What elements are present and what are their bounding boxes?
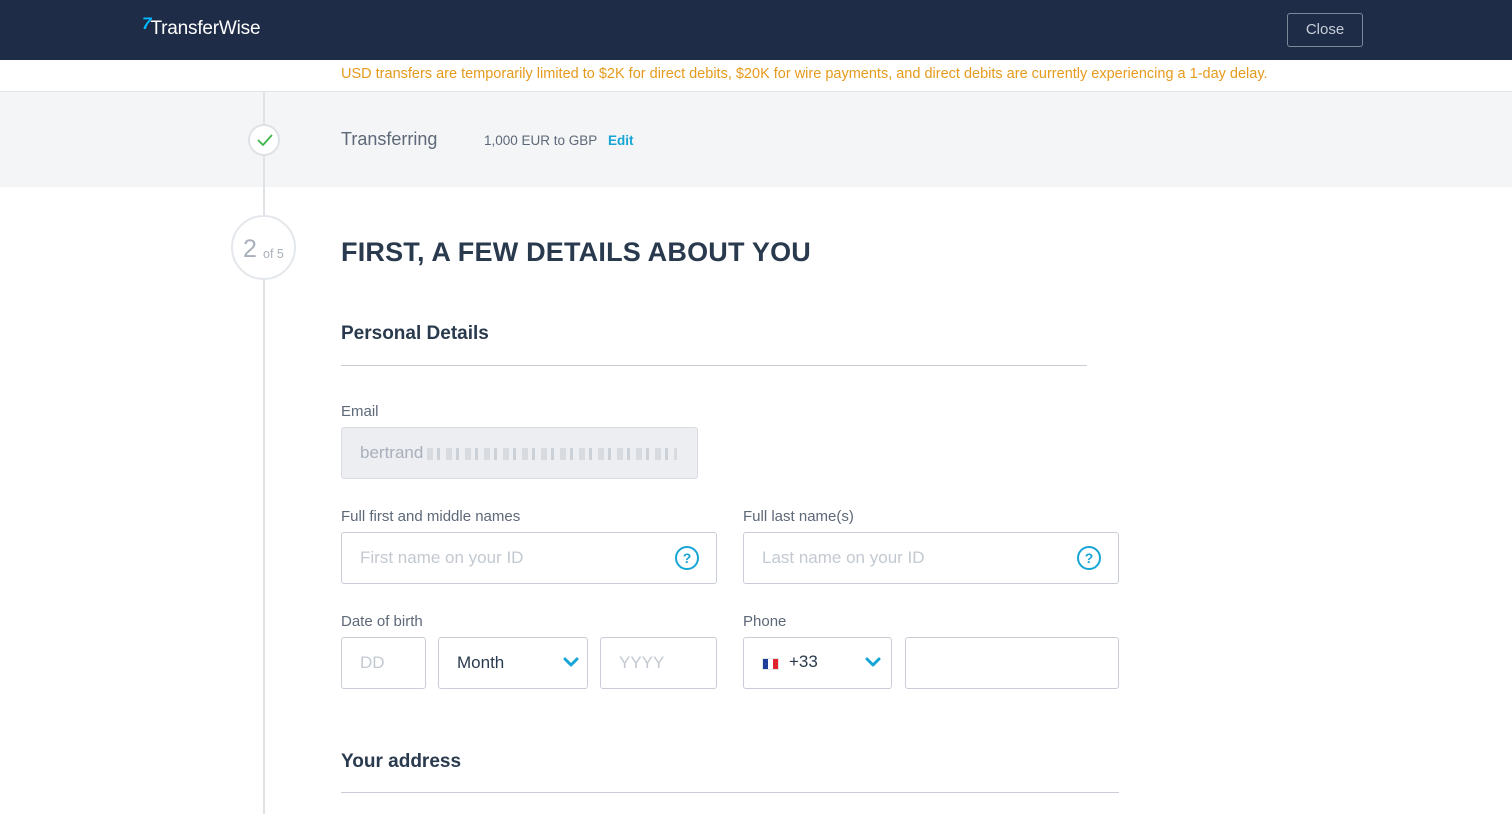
- dob-year-placeholder: YYYY: [619, 653, 665, 672]
- help-icon[interactable]: ?: [1077, 546, 1101, 570]
- email-field[interactable]: bertrand: [341, 427, 698, 479]
- check-icon: [257, 134, 273, 146]
- step-complete-indicator: [248, 124, 280, 156]
- address-heading: Your address: [341, 751, 462, 772]
- progress-timeline: [263, 92, 265, 814]
- step-indicator: 2 of 5: [231, 215, 296, 280]
- dob-day-placeholder: DD: [360, 653, 385, 672]
- page-title: FIRST, A FEW DETAILS ABOUT YOU: [341, 237, 811, 267]
- dob-month-select[interactable]: Month: [438, 637, 588, 689]
- last-names-placeholder: Last name on your ID: [762, 548, 925, 567]
- phone-label: Phone: [743, 613, 787, 630]
- email-label: Email: [341, 403, 379, 420]
- dob-month-value: Month: [457, 653, 505, 672]
- notice-banner: USD transfers are temporarily limited to…: [0, 60, 1512, 92]
- phone-code-value: +33: [789, 652, 818, 671]
- transferwise-logo[interactable]: 7 TransferWise: [142, 14, 261, 43]
- dob-day-field[interactable]: DD: [341, 637, 426, 689]
- logo-mark-icon: 7: [142, 14, 152, 33]
- last-names-field[interactable]: Last name on your ID ?: [743, 532, 1119, 584]
- section-divider: [341, 365, 1087, 366]
- phone-code-select[interactable]: +33: [743, 637, 892, 689]
- step-number: 2: [243, 235, 257, 263]
- step-total: of 5: [263, 247, 284, 261]
- dob-label: Date of birth: [341, 613, 423, 630]
- first-names-field[interactable]: First name on your ID ?: [341, 532, 717, 584]
- first-names-label: Full first and middle names: [341, 508, 521, 525]
- redacted-email: [427, 447, 678, 460]
- top-bar: 7 TransferWise Close: [0, 0, 1512, 60]
- edit-transfer-link[interactable]: Edit: [608, 133, 634, 148]
- chevron-down-icon: [563, 657, 579, 667]
- completed-step-band: [0, 92, 1512, 187]
- chevron-down-icon: [865, 657, 881, 667]
- dob-year-field[interactable]: YYYY: [600, 637, 717, 689]
- last-names-label: Full last name(s): [743, 508, 854, 525]
- personal-details-heading: Personal Details: [341, 323, 489, 344]
- section-divider: [341, 792, 1119, 793]
- brand-name: TransferWise: [150, 18, 261, 39]
- phone-number-field[interactable]: [905, 637, 1119, 689]
- france-flag-icon: [762, 658, 779, 670]
- notice-text: USD transfers are temporarily limited to…: [341, 66, 1268, 82]
- completed-step-label: Transferring: [341, 129, 438, 149]
- email-value: bertrand: [360, 443, 678, 463]
- close-button[interactable]: Close: [1287, 13, 1363, 47]
- help-icon[interactable]: ?: [675, 546, 699, 570]
- first-names-placeholder: First name on your ID: [360, 548, 524, 567]
- transfer-summary: 1,000 EUR to GBP: [484, 133, 598, 148]
